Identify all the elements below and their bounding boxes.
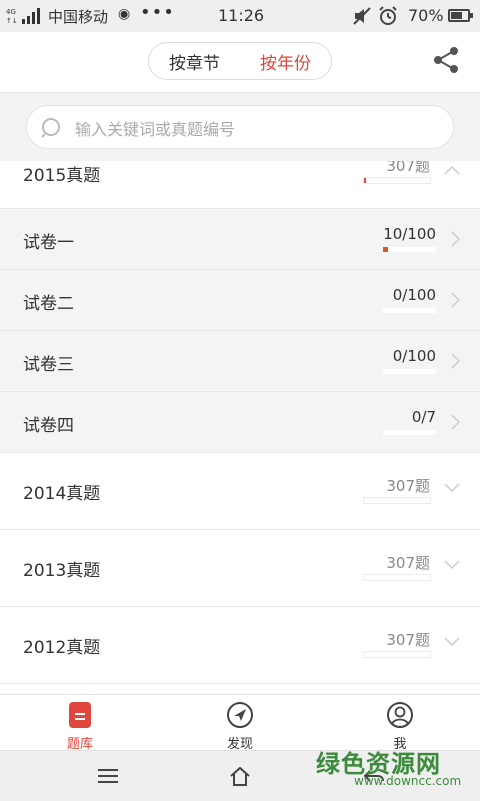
chevron-up-icon	[444, 165, 460, 175]
paper-row-4[interactable]: 试卷四 0/7	[0, 392, 480, 453]
paper-row-1[interactable]: 试卷一 10/100	[0, 209, 480, 270]
paper-progress-value: 10/100	[383, 225, 436, 243]
year-progress-bar	[363, 177, 431, 184]
chevron-right-icon	[451, 414, 460, 430]
year-title: 2013真题	[23, 561, 101, 581]
year-title: 2015真题	[23, 166, 101, 186]
paper-title: 试卷一	[23, 233, 74, 253]
watermark: 绿色资源网 www.downcc.com	[316, 742, 476, 792]
tab-discover[interactable]: 发现	[160, 695, 320, 752]
year-title: 2014真题	[23, 484, 101, 504]
exam-list: 2015真题 307题 试卷一 10/100 试卷二 0/100 试卷三 0/1…	[0, 161, 480, 694]
chevron-down-icon	[444, 637, 460, 647]
search-box[interactable]	[26, 105, 454, 149]
search-area	[0, 93, 480, 161]
paper-title: 试卷二	[23, 294, 74, 314]
status-time: 11:26	[218, 6, 265, 25]
user-icon	[387, 702, 413, 728]
alarm-icon	[379, 6, 397, 25]
battery-percent: 70%	[408, 6, 444, 25]
svg-text:↑↓: ↑↓	[6, 17, 18, 25]
menu-icon[interactable]	[96, 765, 120, 787]
question-count: 307题	[386, 554, 430, 572]
year-progress-bar	[363, 497, 431, 504]
year-progress-bar	[363, 574, 431, 581]
chevron-down-icon	[444, 483, 460, 493]
year-title: 2012真题	[23, 638, 101, 658]
tab-question-bank[interactable]: 题库	[0, 695, 160, 752]
battery-icon	[448, 9, 473, 22]
chevron-down-icon	[444, 560, 460, 570]
paper-progress-value: 0/100	[392, 286, 436, 304]
paper-row-2[interactable]: 试卷二 0/100	[0, 270, 480, 331]
more-notifications-indicator: •••	[140, 2, 175, 23]
paper-title: 试卷三	[23, 355, 74, 375]
search-icon	[41, 118, 60, 138]
chevron-right-icon	[451, 231, 460, 247]
year-row-2015[interactable]: 2015真题 307题	[0, 161, 480, 209]
chevron-right-icon	[451, 353, 460, 369]
mute-icon	[353, 7, 371, 25]
question-count: 307题	[386, 477, 430, 495]
signal-icon: 4G ↑↓	[6, 8, 40, 25]
top-bar: 按章节 按年份	[0, 32, 480, 93]
year-progress-bar	[363, 651, 431, 658]
paper-progress-value: 0/100	[392, 347, 436, 365]
status-bar: 4G ↑↓ 中国移动 ◉ ••• 11:26 70%	[0, 0, 480, 32]
question-bank-icon	[69, 702, 91, 728]
question-count: 307题	[386, 161, 430, 175]
paper-progress-bar	[383, 308, 436, 313]
tab-by-year[interactable]: 按年份	[240, 43, 331, 79]
weibo-icon: ◉	[118, 6, 131, 22]
network-type-label: 4G	[6, 8, 16, 16]
paper-progress-bar	[383, 430, 436, 435]
watermark-url: www.downcc.com	[354, 774, 462, 788]
paper-progress-bar	[383, 369, 436, 374]
year-row-2014[interactable]: 2014真题 307题	[0, 453, 480, 530]
paper-row-3[interactable]: 试卷三 0/100	[0, 331, 480, 392]
home-icon[interactable]	[228, 765, 252, 787]
paper-progress-value: 0/7	[411, 408, 436, 426]
share-icon[interactable]	[432, 46, 460, 74]
tab-by-chapter[interactable]: 按章节	[149, 43, 240, 79]
year-row-2012[interactable]: 2012真题 307题	[0, 607, 480, 684]
carrier-name: 中国移动	[48, 8, 109, 26]
year-row-2013[interactable]: 2013真题 307题	[0, 530, 480, 607]
question-count: 307题	[386, 631, 430, 649]
chevron-right-icon	[451, 292, 460, 308]
sort-segmented-control: 按章节 按年份	[148, 42, 332, 80]
paper-progress-bar	[383, 247, 436, 252]
compass-icon	[227, 702, 253, 728]
search-input[interactable]	[73, 116, 437, 142]
paper-title: 试卷四	[23, 416, 74, 436]
